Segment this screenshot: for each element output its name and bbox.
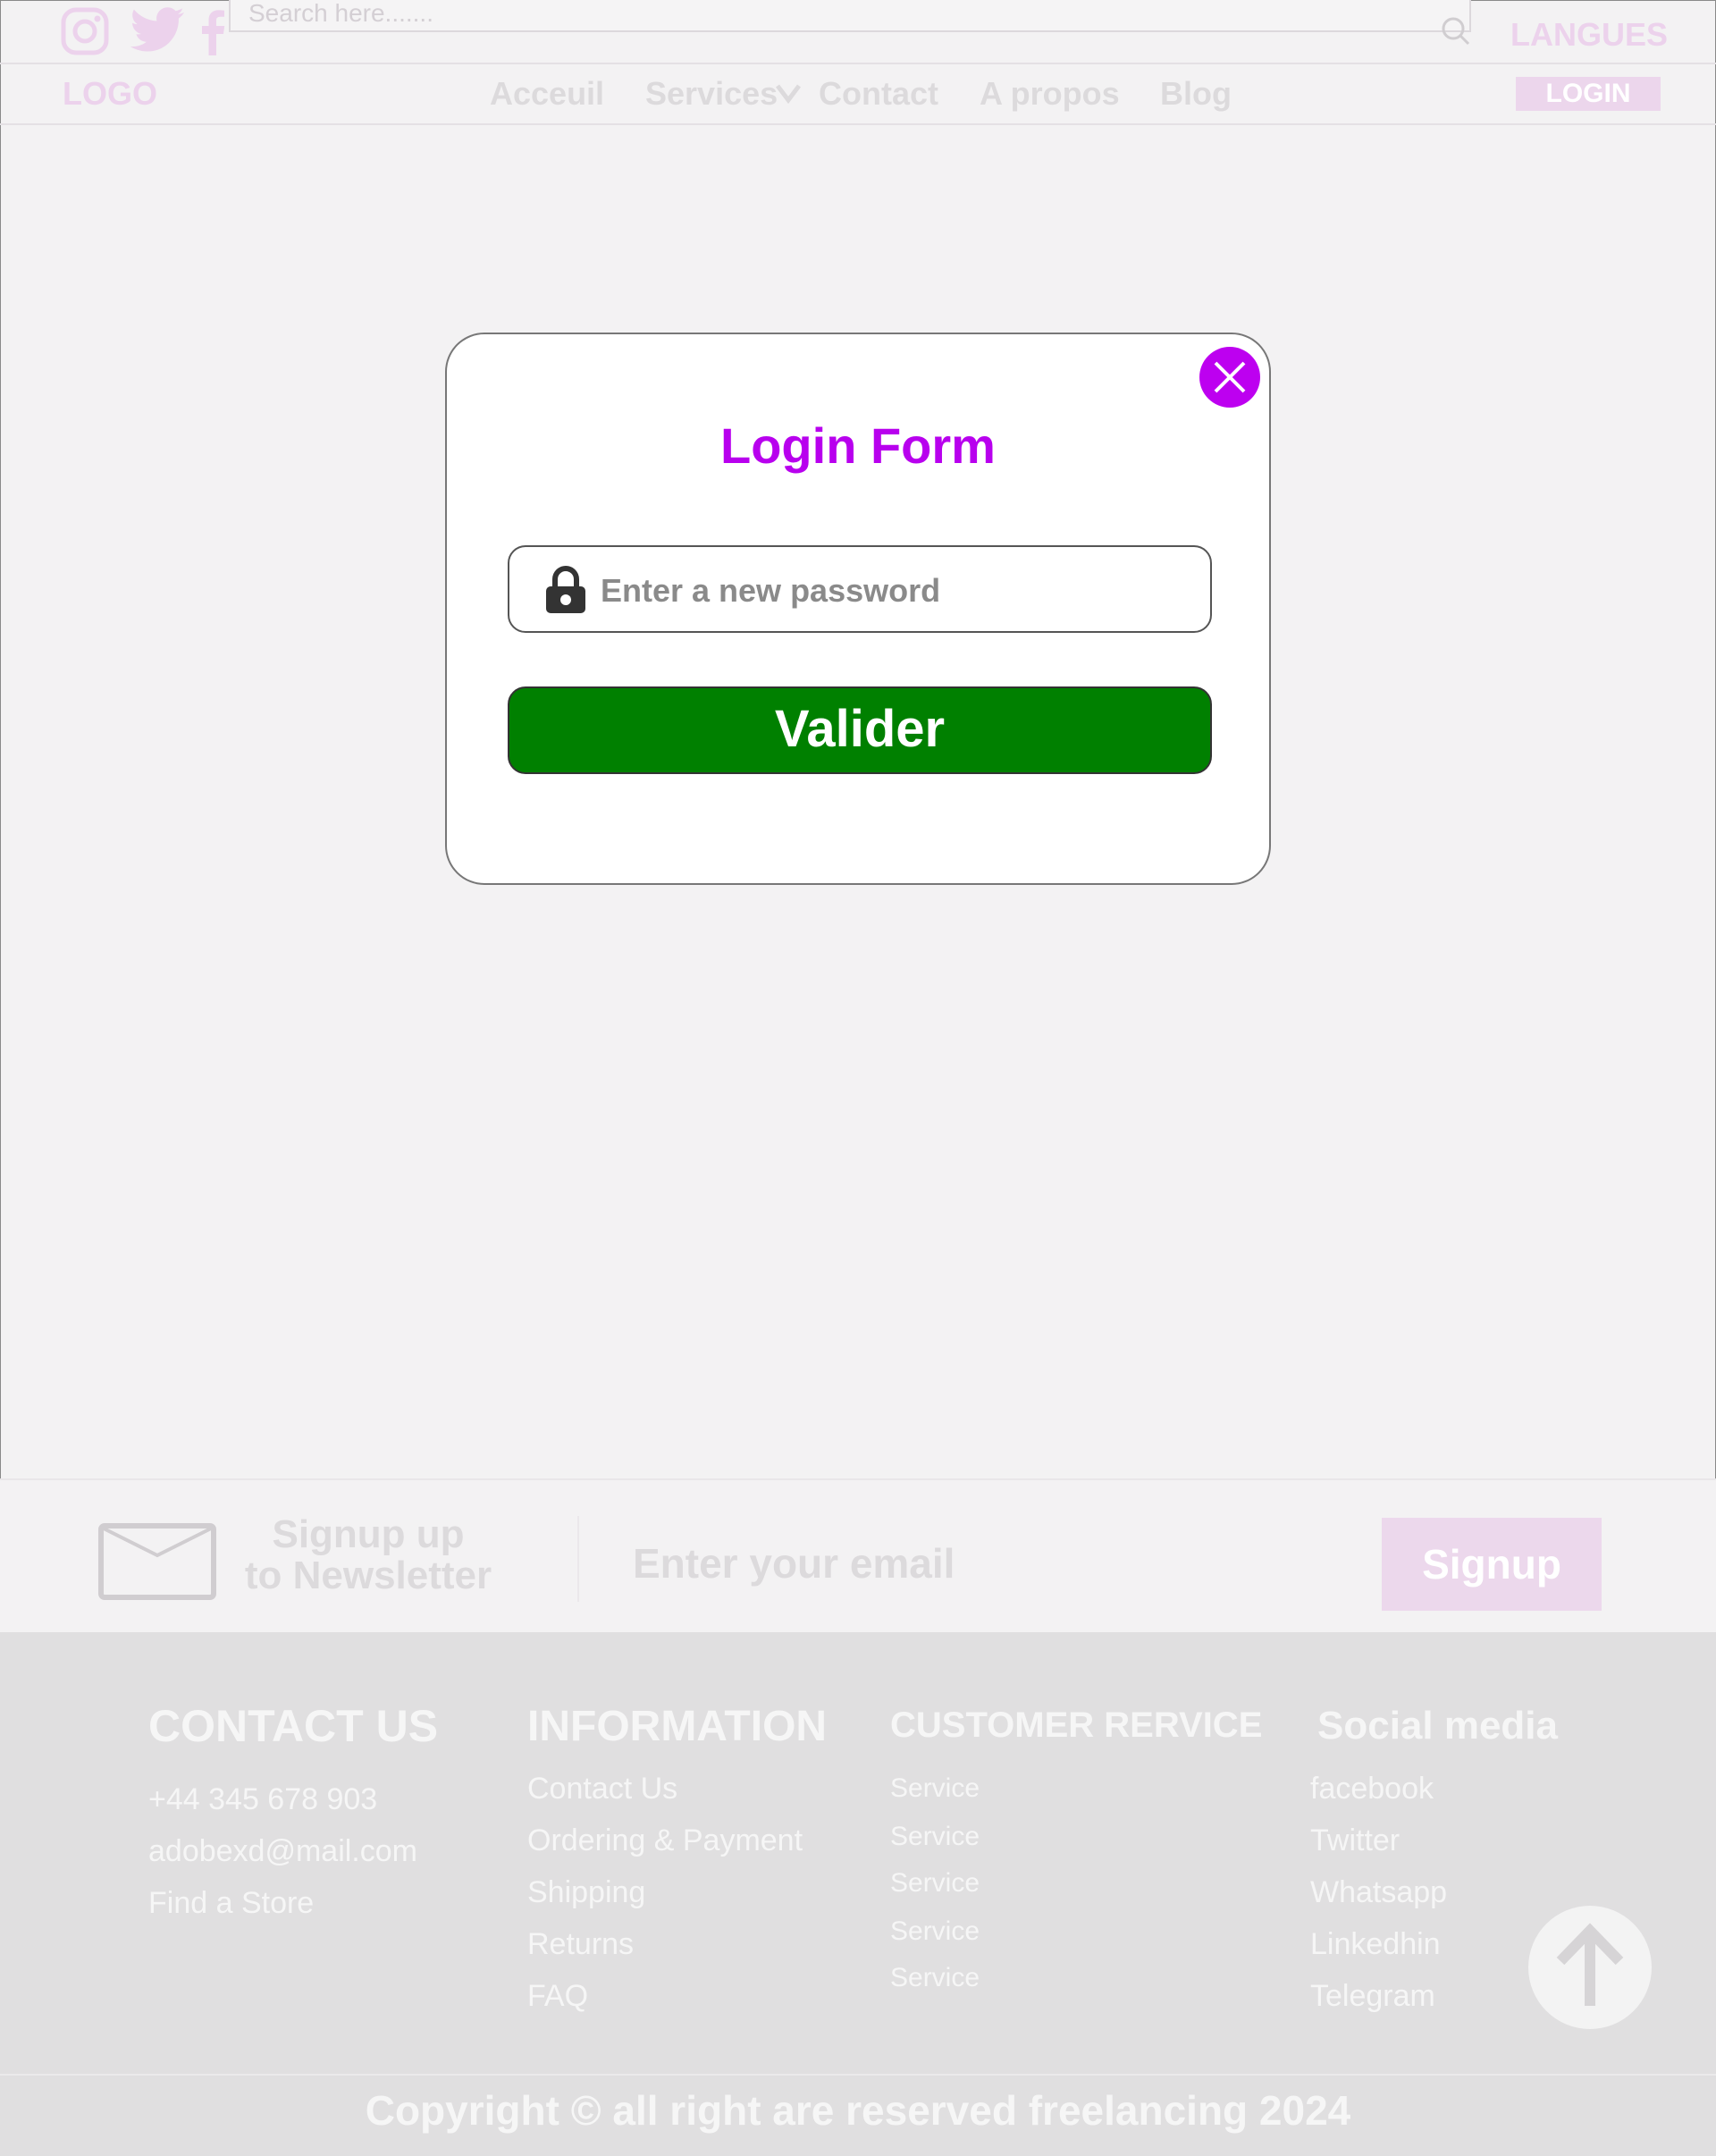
nav-item-services[interactable]: Services xyxy=(645,75,778,113)
footer-service-link[interactable]: Service xyxy=(890,1822,980,1852)
arrow-up-icon xyxy=(1556,1923,1624,2006)
newsletter-email-input[interactable]: Enter your email xyxy=(633,1539,955,1588)
footer-service-link[interactable]: Service xyxy=(890,1868,980,1899)
nav-item-a-propos[interactable]: A propos xyxy=(980,75,1120,113)
footer-info-link[interactable]: FAQ xyxy=(527,1979,588,2014)
footer-service-link[interactable]: Service xyxy=(890,1773,980,1804)
nav-item-contact[interactable]: Contact xyxy=(819,75,938,113)
footer-contact-store[interactable]: Find a Store xyxy=(148,1886,314,1921)
footer-info-link[interactable]: Ordering & Payment xyxy=(527,1823,803,1858)
footer-social-link[interactable]: Linkedhin xyxy=(1310,1927,1441,1962)
newsletter-bar: Signup up to Newsletter Enter your email… xyxy=(0,1478,1716,1634)
top-bar: LANGUES xyxy=(0,0,1716,64)
logo[interactable]: LOGO xyxy=(63,75,157,113)
footer-service-link[interactable]: Service xyxy=(890,1963,980,1993)
footer-information-title: INFORMATION xyxy=(527,1703,828,1750)
facebook-icon[interactable] xyxy=(200,5,225,57)
signup-button[interactable]: Signup xyxy=(1382,1518,1602,1611)
copyright-text: Copyright © all right are reserved freel… xyxy=(365,2087,1351,2134)
nav-item-blog[interactable]: Blog xyxy=(1160,75,1232,113)
footer-customer-title: CUSTOMER RERVICE xyxy=(890,1705,1263,1745)
login-modal: Login Form Valider xyxy=(445,333,1271,885)
footer-contact-phone[interactable]: +44 345 678 903 xyxy=(148,1782,377,1817)
footer-contact-email[interactable]: adobexd@mail.com xyxy=(148,1834,417,1869)
footer-social-link[interactable]: Whatsapp xyxy=(1310,1875,1447,1910)
newsletter-line-1: Signup up xyxy=(272,1512,465,1556)
scroll-to-top-button[interactable] xyxy=(1528,1906,1652,2029)
footer-info-link[interactable]: Contact Us xyxy=(527,1772,677,1806)
newsletter-heading: Signup up to Newsletter xyxy=(234,1514,502,1596)
lock-icon xyxy=(543,565,588,615)
divider xyxy=(0,2074,1716,2076)
submit-button[interactable]: Valider xyxy=(508,686,1212,774)
divider xyxy=(577,1516,579,1602)
search-bar xyxy=(229,0,1471,32)
footer-service-link[interactable]: Service xyxy=(890,1916,980,1947)
login-button[interactable]: LOGIN xyxy=(1516,77,1661,111)
search-input[interactable] xyxy=(231,0,1428,29)
footer-social-link[interactable]: Telegram xyxy=(1310,1979,1435,2014)
search-icon[interactable] xyxy=(1441,16,1471,46)
close-icon xyxy=(1214,361,1246,393)
twitter-icon[interactable] xyxy=(130,5,186,57)
footer-social-link[interactable]: facebook xyxy=(1310,1772,1434,1806)
close-button[interactable] xyxy=(1199,347,1260,408)
newsletter-line-2: to Newsletter xyxy=(244,1554,492,1597)
password-input[interactable] xyxy=(599,565,1192,617)
chevron-down-icon[interactable] xyxy=(774,79,803,107)
main-nav: LOGO Acceuil Services Contact A propos B… xyxy=(0,64,1716,125)
footer-contact-title: CONTACT US xyxy=(148,1701,439,1751)
modal-title: Login Form xyxy=(720,417,996,474)
instagram-icon[interactable] xyxy=(61,5,109,57)
footer-social-link[interactable]: Twitter xyxy=(1310,1823,1400,1858)
footer: CONTACT US +44 345 678 903 adobexd@mail.… xyxy=(0,1632,1716,2156)
envelope-icon xyxy=(98,1523,216,1600)
footer-social-title: Social media xyxy=(1317,1704,1559,1748)
footer-info-link[interactable]: Shipping xyxy=(527,1875,645,1910)
nav-item-acceuil[interactable]: Acceuil xyxy=(490,75,604,113)
footer-info-link[interactable]: Returns xyxy=(527,1927,634,1962)
password-field xyxy=(508,545,1212,633)
langues-menu[interactable]: LANGUES xyxy=(1510,16,1668,54)
